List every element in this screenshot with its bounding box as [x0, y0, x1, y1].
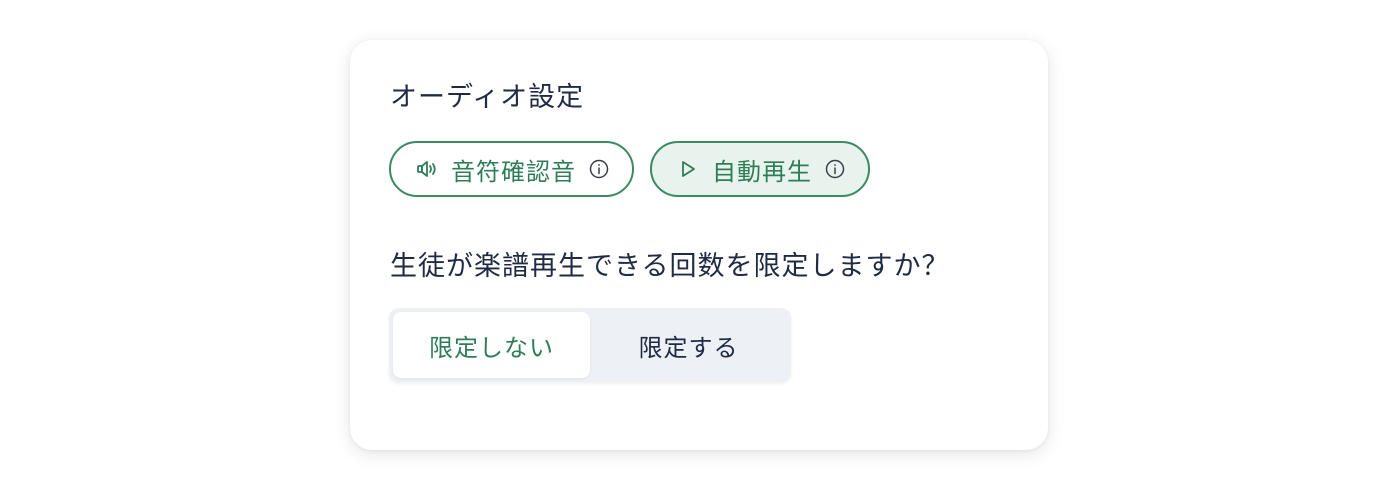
play-icon: [676, 157, 700, 181]
note-confirm-sound-label: 音符確認音: [451, 157, 576, 186]
audio-settings-card: オーディオ設定 音符確認音 自動再生 生徒が楽譜再生できる回数を限定しますか？ …: [350, 40, 1048, 450]
audio-chip-group: 音符確認音 自動再生: [389, 141, 870, 197]
autoplay-label: 自動再生: [712, 157, 812, 186]
note-confirm-sound-chip[interactable]: 音符確認音: [389, 141, 634, 197]
info-icon[interactable]: [588, 158, 610, 180]
speaker-icon: [415, 157, 439, 181]
no-limit-option[interactable]: 限定しない: [393, 312, 590, 378]
section-title: オーディオ設定: [390, 82, 585, 113]
playback-limit-question: 生徒が楽譜再生できる回数を限定しますか？: [390, 251, 950, 282]
autoplay-chip[interactable]: 自動再生: [650, 141, 870, 197]
playback-limit-toggle: 限定しない 限定する: [389, 308, 791, 382]
limit-option[interactable]: 限定する: [590, 312, 787, 378]
info-icon[interactable]: [824, 158, 846, 180]
